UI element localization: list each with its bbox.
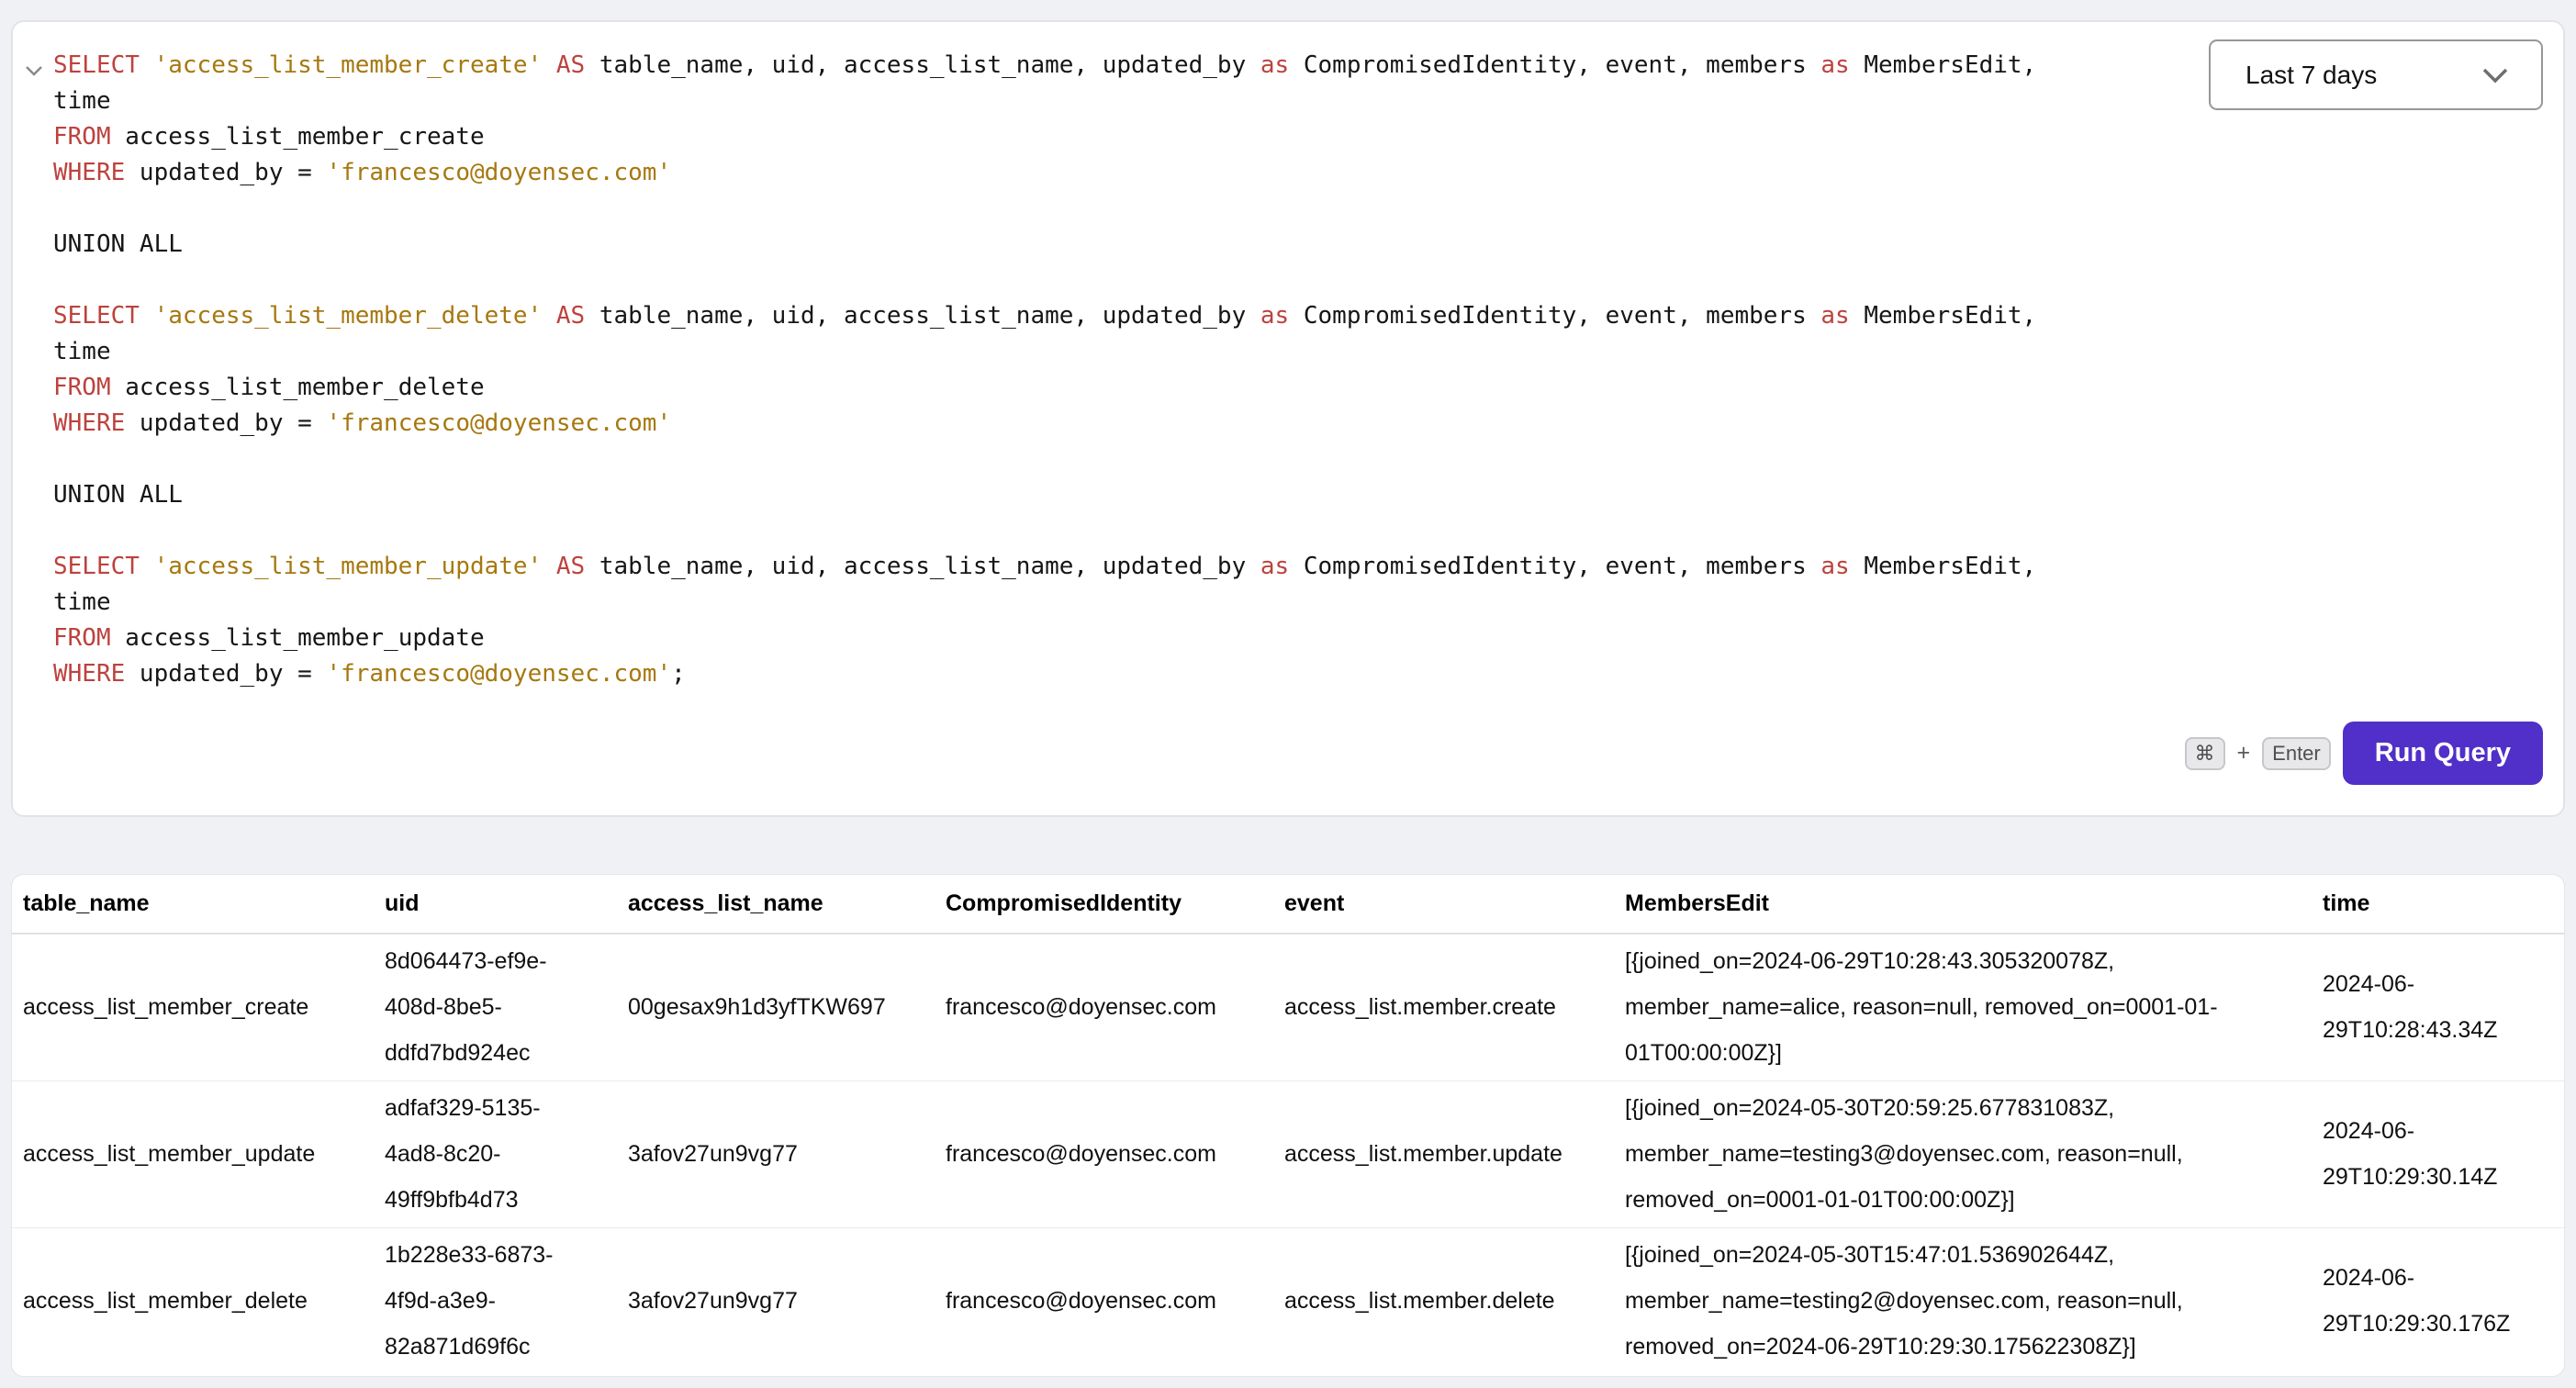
column-header-table_name: table_name — [12, 875, 374, 934]
cell-uid: 8d064473-ef9e-408d-8be5-ddfd7bd924ec — [374, 934, 617, 1080]
shortcut-plus-label: + — [2237, 740, 2251, 767]
sql-code-line: time — [53, 84, 2178, 119]
column-header-time: time — [2312, 875, 2565, 934]
sql-code-line: SELECT 'access_list_member_update' AS ta… — [53, 549, 2178, 585]
column-header-CompromisedIdentity: CompromisedIdentity — [935, 875, 1273, 934]
cell-table_name: access_list_member_delete — [12, 1227, 374, 1374]
sql-code-line: FROM access_list_member_create — [53, 119, 2178, 155]
cell-event: access_list.member.create — [1273, 934, 1614, 1080]
cell-MembersEdit: [{joined_on=2024-05-30T15:47:01.53690264… — [1614, 1227, 2312, 1374]
sql-code-line: WHERE updated_by = 'francesco@doyensec.c… — [53, 155, 2178, 191]
cell-CompromisedIdentity: francesco@doyensec.com — [935, 1227, 1273, 1374]
enter-key-label: Enter — [2262, 737, 2331, 770]
cell-access_list_name: 3afov27un9vg77 — [617, 1227, 935, 1374]
sql-code-line: SELECT 'access_list_member_delete' AS ta… — [53, 298, 2178, 334]
column-header-MembersEdit: MembersEdit — [1614, 875, 2312, 934]
run-query-row: ⌘ + Enter Run Query — [2185, 722, 2543, 785]
cell-event: access_list.member.update — [1273, 1080, 1614, 1227]
table-row: access_list_member_delete1b228e33-6873-4… — [12, 1227, 2565, 1374]
column-header-access_list_name: access_list_name — [617, 875, 935, 934]
chevron-down-icon — [25, 65, 43, 76]
cell-MembersEdit: [{joined_on=2024-06-29T10:28:43.30532007… — [1614, 934, 2312, 1080]
column-header-uid: uid — [374, 875, 617, 934]
table-row: access_list_member_updateadfaf329-5135-4… — [12, 1080, 2565, 1227]
query-results-panel: table_nameuidaccess_list_nameCompromised… — [11, 874, 2565, 1377]
cell-access_list_name: 00gesax9h1d3yfTKW697 — [617, 934, 935, 1080]
results-table-header: table_nameuidaccess_list_nameCompromised… — [12, 875, 2565, 934]
results-table: table_nameuidaccess_list_nameCompromised… — [12, 875, 2565, 1374]
cell-time: 2024-06-29T10:29:30.176Z — [2312, 1227, 2565, 1374]
sql-code-line: SELECT 'access_list_member_create' AS ta… — [53, 48, 2178, 84]
time-range-selected-value: Last 7 days — [2246, 61, 2377, 90]
sql-code-line — [53, 263, 2178, 298]
cell-table_name: access_list_member_update — [12, 1080, 374, 1227]
sql-code-line: FROM access_list_member_delete — [53, 370, 2178, 406]
table-row: access_list_member_create8d064473-ef9e-4… — [12, 934, 2565, 1080]
sql-code-line: FROM access_list_member_update — [53, 621, 2178, 656]
sql-query-editor-panel: SELECT 'access_list_member_create' AS ta… — [11, 20, 2565, 817]
cell-CompromisedIdentity: francesco@doyensec.com — [935, 934, 1273, 1080]
sql-code-line: WHERE updated_by = 'francesco@doyensec.c… — [53, 656, 2178, 692]
time-range-select[interactable]: Last 7 days — [2209, 39, 2543, 110]
cell-uid: adfaf329-5135-4ad8-8c20-49ff9bfb4d73 — [374, 1080, 617, 1227]
sql-code-line: UNION ALL — [53, 477, 2178, 513]
cell-event: access_list.member.delete — [1273, 1227, 1614, 1374]
cell-uid: 1b228e33-6873-4f9d-a3e9-82a871d69f6c — [374, 1227, 617, 1374]
sql-code-editor[interactable]: SELECT 'access_list_member_create' AS ta… — [53, 48, 2178, 692]
command-key-icon: ⌘ — [2185, 737, 2225, 770]
sql-code-line: WHERE updated_by = 'francesco@doyensec.c… — [53, 406, 2178, 442]
cell-access_list_name: 3afov27un9vg77 — [617, 1080, 935, 1227]
cell-table_name: access_list_member_create — [12, 934, 374, 1080]
cell-MembersEdit: [{joined_on=2024-05-30T20:59:25.67783108… — [1614, 1080, 2312, 1227]
chevron-down-icon — [2481, 66, 2510, 84]
code-fold-chevron-icon[interactable] — [22, 59, 46, 83]
cell-CompromisedIdentity: francesco@doyensec.com — [935, 1080, 1273, 1227]
run-query-button[interactable]: Run Query — [2343, 722, 2543, 785]
sql-code-line — [53, 191, 2178, 227]
sql-code-line: UNION ALL — [53, 227, 2178, 263]
column-header-event: event — [1273, 875, 1614, 934]
cell-time: 2024-06-29T10:28:43.34Z — [2312, 934, 2565, 1080]
sql-code-line — [53, 442, 2178, 477]
sql-code-line: time — [53, 334, 2178, 370]
sql-code-line: time — [53, 585, 2178, 621]
cell-time: 2024-06-29T10:29:30.14Z — [2312, 1080, 2565, 1227]
sql-code-line — [53, 513, 2178, 549]
